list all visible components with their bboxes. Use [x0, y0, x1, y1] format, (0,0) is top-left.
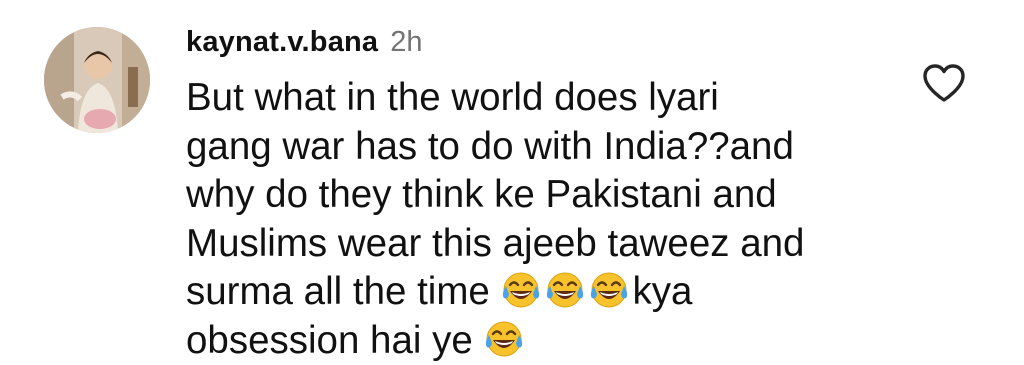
like-button[interactable]: [921, 62, 967, 104]
comment-text: But what in the world does lyari gang wa…: [186, 74, 906, 365]
comment-line: Muslims wear this ajeeb taweez and: [186, 220, 906, 269]
tears-of-joy-emoji-icon: [589, 270, 629, 310]
heart-outline-icon: [921, 62, 967, 104]
timestamp: 2h: [390, 26, 422, 59]
comment-line-text: surma all the time: [186, 270, 490, 313]
comment-line-text: kya: [633, 270, 693, 313]
comment-header: kaynat.v.bana 2h: [186, 26, 423, 62]
comment-line-text: obsession hai ye: [186, 319, 473, 362]
comment: kaynat.v.bana 2h But what in the world d…: [0, 0, 1024, 362]
avatar[interactable]: [44, 27, 150, 133]
tears-of-joy-emoji-icon: [501, 270, 541, 310]
username[interactable]: kaynat.v.bana: [186, 26, 378, 59]
comment-line: gang war has to do with India??and: [186, 123, 906, 172]
comment-line: why do they think ke Pakistani and: [186, 171, 906, 220]
avatar-photo: [44, 27, 150, 133]
tears-of-joy-emoji-icon: [545, 270, 585, 310]
comment-line: obsession hai ye: [186, 317, 906, 365]
tears-of-joy-emoji-icon: [484, 319, 524, 359]
comment-line: But what in the world does lyari: [186, 74, 906, 123]
comment-line: surma all the time kya: [186, 268, 906, 317]
